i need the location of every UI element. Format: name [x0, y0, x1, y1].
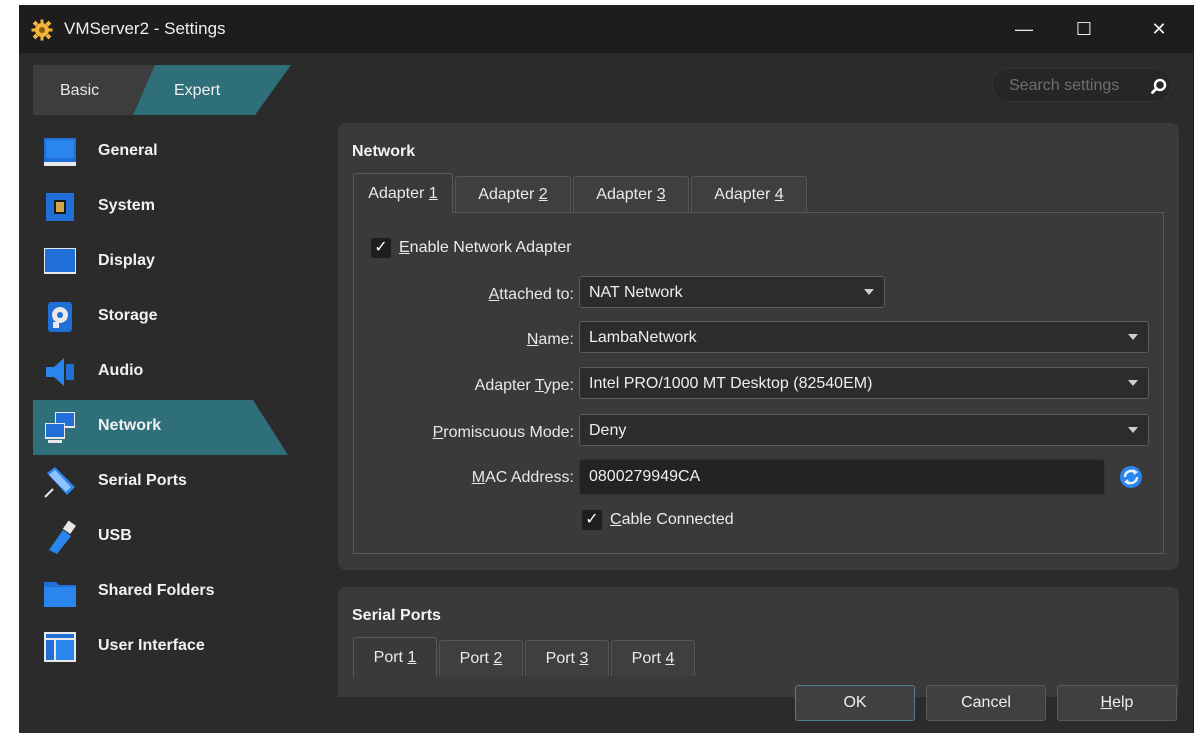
- tab-label: Port 4: [631, 649, 675, 667]
- tab-adapter-4[interactable]: Adapter 4: [691, 176, 807, 212]
- sidebar-item-label: Display: [98, 252, 155, 269]
- section-title: Serial Ports: [352, 607, 441, 624]
- sidebar-item-label: User Interface: [98, 637, 205, 654]
- sidebar-item-user-interface[interactable]: User Interface: [33, 620, 333, 675]
- sidebar-item-general[interactable]: General: [33, 125, 333, 180]
- user-interface-icon: [44, 632, 76, 662]
- adapter-type-value: Intel PRO/1000 MT Desktop (82540EM): [589, 375, 873, 392]
- mac-address-input[interactable]: [589, 468, 1089, 486]
- sidebar-item-audio[interactable]: Audio: [33, 345, 333, 400]
- sidebar-item-network[interactable]: Network: [33, 400, 333, 455]
- general-icon: [44, 138, 76, 166]
- tab-label: Port 3: [545, 649, 589, 667]
- storage-icon: [48, 302, 72, 332]
- sidebar-item-label: Network: [98, 417, 162, 434]
- chevron-down-icon: [1128, 334, 1138, 340]
- attached-to-select[interactable]: NAT Network: [579, 276, 885, 308]
- chevron-down-icon: [864, 289, 874, 295]
- tab-port-2[interactable]: Port 2: [439, 640, 523, 676]
- app-gear-icon: [31, 19, 53, 41]
- tab-port-3[interactable]: Port 3: [525, 640, 609, 676]
- section-title: Network: [352, 143, 416, 160]
- shared-folders-icon: [44, 582, 76, 607]
- name-label: Name:: [526, 331, 574, 348]
- usb-icon: [49, 520, 76, 554]
- promiscuous-mode-select[interactable]: Deny: [579, 414, 1149, 446]
- search-input[interactable]: [1009, 75, 1139, 97]
- sidebar-item-shared-folders[interactable]: Shared Folders: [33, 565, 333, 620]
- cable-connected-label[interactable]: Cable Connected: [610, 511, 734, 529]
- cancel-label: Cancel: [961, 694, 1011, 711]
- chevron-down-icon: [1128, 380, 1138, 386]
- close-button[interactable]: ✕: [1129, 5, 1189, 53]
- sidebar-item-system[interactable]: System: [33, 180, 333, 235]
- tab-adapter-1[interactable]: Adapter 1: [353, 173, 453, 213]
- network-section: Network Adapter 1 Adapter 2 Adapter 3 Ad…: [338, 123, 1179, 570]
- cancel-button[interactable]: Cancel: [926, 685, 1046, 721]
- sidebar-item-storage[interactable]: Storage: [33, 290, 333, 345]
- tab-adapter-2[interactable]: Adapter 2: [455, 176, 571, 212]
- generate-mac-refresh-icon[interactable]: [1119, 465, 1143, 489]
- system-icon: [46, 193, 74, 221]
- settings-window: VMServer2 - Settings — ☐ ✕ Basic Expert: [19, 5, 1194, 733]
- help-label: Help: [1100, 694, 1134, 711]
- adapter-type-select[interactable]: Intel PRO/1000 MT Desktop (82540EM): [579, 367, 1149, 399]
- sidebar-item-label: Serial Ports: [98, 472, 187, 489]
- tab-adapter-3[interactable]: Adapter 3: [573, 176, 689, 212]
- attached-to-label: Attached to:: [488, 286, 574, 303]
- mode-expert-button[interactable]: Expert: [174, 82, 220, 100]
- network-icon: [45, 412, 75, 443]
- maximize-button[interactable]: ☐: [1054, 5, 1114, 53]
- enable-adapter-checkbox[interactable]: ✓: [371, 238, 391, 258]
- mac-address-field[interactable]: [579, 459, 1105, 495]
- minimize-button[interactable]: —: [994, 5, 1054, 53]
- promiscuous-mode-label: Promiscuous Mode:: [432, 424, 574, 441]
- tab-label: Adapter 1: [368, 184, 438, 202]
- sidebar-item-serial-ports[interactable]: Serial Ports: [33, 455, 333, 510]
- tab-port-4[interactable]: Port 4: [611, 640, 695, 676]
- sidebar-item-label: USB: [98, 527, 132, 544]
- mode-switch: Basic Expert: [33, 65, 293, 115]
- sidebar-item-label: Shared Folders: [98, 582, 215, 599]
- search-box[interactable]: [992, 68, 1172, 102]
- adapter-type-label: Adapter Type:: [474, 377, 574, 394]
- sidebar-item-label: Audio: [98, 362, 144, 379]
- sidebar-item-display[interactable]: Display: [33, 235, 333, 290]
- adapter-1-page: ✓ Enable Network Adapter Attached to: NA…: [353, 212, 1164, 554]
- settings-sidebar: General System Display Storage Audio Net…: [33, 125, 333, 675]
- window-title: VMServer2 - Settings: [64, 19, 226, 38]
- tab-label: Port 1: [373, 648, 417, 666]
- name-value: LambaNetwork: [589, 329, 697, 346]
- help-button[interactable]: Help: [1057, 685, 1177, 721]
- mac-address-label: MAC Address:: [471, 469, 574, 486]
- promiscuous-mode-value: Deny: [589, 422, 627, 439]
- tab-label: Adapter 2: [478, 185, 548, 203]
- sidebar-item-label: System: [98, 197, 155, 214]
- mode-basic-button[interactable]: Basic: [60, 82, 99, 100]
- attached-to-value: NAT Network: [589, 284, 683, 301]
- minimize-icon: —: [1015, 18, 1033, 39]
- tab-port-1[interactable]: Port 1: [353, 637, 437, 677]
- display-icon: [44, 248, 76, 274]
- sidebar-item-label: General: [98, 142, 158, 159]
- serial-ports-icon: [44, 467, 75, 498]
- sidebar-item-label: Storage: [98, 307, 158, 324]
- tab-label: Adapter 3: [596, 185, 666, 203]
- ok-button[interactable]: OK: [795, 685, 915, 721]
- search-icon[interactable]: [1150, 77, 1168, 95]
- tab-label: Port 2: [459, 649, 503, 667]
- tab-label: Adapter 4: [714, 185, 784, 203]
- maximize-icon: ☐: [1075, 18, 1093, 39]
- audio-icon: [46, 358, 74, 386]
- enable-adapter-label[interactable]: Enable Network Adapter: [399, 239, 572, 257]
- title-bar[interactable]: VMServer2 - Settings — ☐ ✕: [19, 5, 1193, 53]
- name-select[interactable]: LambaNetwork: [579, 321, 1149, 353]
- sidebar-item-usb[interactable]: USB: [33, 510, 333, 565]
- serial-ports-section: Serial Ports Port 1 Port 2 Port 3 Port 4: [338, 587, 1179, 697]
- ok-label: OK: [843, 694, 867, 711]
- cable-connected-checkbox[interactable]: ✓: [582, 510, 602, 530]
- chevron-down-icon: [1128, 427, 1138, 433]
- close-icon: ✕: [1151, 18, 1167, 39]
